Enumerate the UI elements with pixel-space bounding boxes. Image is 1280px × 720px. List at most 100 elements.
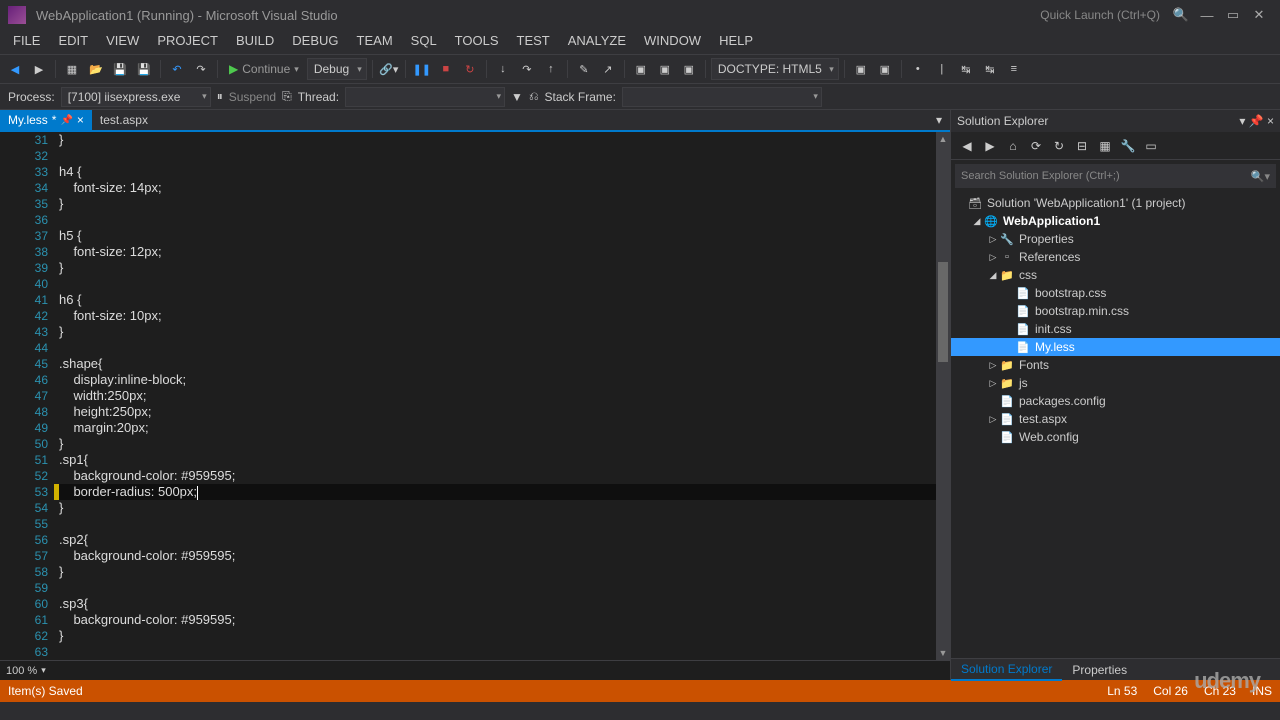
step-out-icon[interactable]: ↑ (540, 58, 562, 80)
tab-properties[interactable]: Properties (1062, 660, 1137, 680)
properties-icon[interactable]: 🔧 (1118, 136, 1138, 156)
tab-active[interactable]: My.less* 📌 × (0, 110, 92, 130)
scrollbar-thumb[interactable] (938, 262, 948, 362)
menu-debug[interactable]: DEBUG (283, 30, 347, 54)
tool-icon[interactable]: ▼ (511, 90, 523, 104)
dropdown-icon[interactable]: ▾ (1239, 114, 1245, 128)
tab-overflow-icon[interactable]: ▾ (928, 110, 950, 130)
show-all-icon[interactable]: ▦ (1095, 136, 1115, 156)
config-dropdown[interactable]: Debug (307, 58, 367, 80)
search-icon[interactable]: 🔍▾ (1251, 170, 1270, 183)
menu-sql[interactable]: SQL (402, 30, 446, 54)
tool-icon[interactable]: ▣ (850, 58, 872, 80)
tool-icon[interactable]: ▣ (678, 58, 700, 80)
tree-node[interactable]: 📄packages.config (951, 392, 1280, 410)
code-editor[interactable]: 3132333435363738394041424344454647484950… (0, 132, 950, 660)
pause-button[interactable]: ❚❚ (411, 58, 433, 80)
tool-icon[interactable]: ≡ (1003, 58, 1025, 80)
pin-icon[interactable]: 📌 (1249, 114, 1264, 128)
tool-icon[interactable]: ↹ (979, 58, 1001, 80)
stackframe-dropdown[interactable] (622, 87, 822, 107)
menu-file[interactable]: FILE (4, 30, 49, 54)
continue-button[interactable]: ▶Continue▾ (223, 62, 305, 76)
scroll-up-icon[interactable]: ▲ (936, 132, 950, 146)
tool-icon[interactable]: ⎌ (529, 89, 539, 104)
stop-button[interactable]: ■ (435, 58, 457, 80)
tool-icon[interactable]: ▣ (630, 58, 652, 80)
tree-node[interactable]: 📄bootstrap.css (951, 284, 1280, 302)
solution-tree[interactable]: 🗃Solution 'WebApplication1' (1 project)◢… (951, 192, 1280, 658)
menu-team[interactable]: TEAM (348, 30, 402, 54)
menu-tools[interactable]: TOOLS (446, 30, 508, 54)
quick-launch[interactable]: Quick Launch (Ctrl+Q) (1040, 8, 1160, 22)
sync-icon[interactable]: ⟳ (1026, 136, 1046, 156)
zoom-level[interactable]: 100 % (6, 665, 37, 677)
restart-button[interactable]: ↻ (459, 58, 481, 80)
thread-dropdown[interactable] (345, 87, 505, 107)
tree-node[interactable]: 📄Web.config (951, 428, 1280, 446)
tree-node[interactable]: 📄My.less (951, 338, 1280, 356)
tool-icon[interactable]: ▣ (654, 58, 676, 80)
fwd-button[interactable]: ▶ (28, 58, 50, 80)
tree-node[interactable]: 🗃Solution 'WebApplication1' (1 project) (951, 194, 1280, 212)
browser-link-icon[interactable]: 🔗▾ (378, 58, 400, 80)
menu-analyze[interactable]: ANALYZE (559, 30, 635, 54)
close-icon[interactable]: × (77, 113, 84, 127)
suspend-icon[interactable]: ⏸ (217, 89, 223, 104)
scroll-down-icon[interactable]: ▼ (936, 646, 950, 660)
tree-node[interactable]: ▷📁js (951, 374, 1280, 392)
tool-icon[interactable]: ▣ (874, 58, 896, 80)
save-all-button[interactable]: 💾 (133, 58, 155, 80)
maximize-button[interactable]: ▭ (1220, 3, 1246, 27)
thread-icon[interactable]: ⎘ (282, 89, 292, 104)
home-icon[interactable]: ⌂ (1003, 136, 1023, 156)
tree-node[interactable]: 📄init.css (951, 320, 1280, 338)
undo-button[interactable]: ↶ (166, 58, 188, 80)
step-into-icon[interactable]: ↓ (492, 58, 514, 80)
suspend-label[interactable]: Suspend (229, 90, 276, 104)
tab-inactive[interactable]: test.aspx (92, 110, 156, 130)
panel-header: Solution Explorer ▾ 📌 × (951, 110, 1280, 132)
new-project-button[interactable]: ▦ (61, 58, 83, 80)
search-icon[interactable]: 🔍 (1168, 3, 1194, 27)
close-button[interactable]: ✕ (1246, 3, 1272, 27)
close-icon[interactable]: × (1267, 114, 1274, 128)
tree-node[interactable]: ▷🔧Properties (951, 230, 1280, 248)
tree-node[interactable]: 📄bootstrap.min.css (951, 302, 1280, 320)
vertical-scrollbar[interactable]: ▲ ▼ (936, 132, 950, 660)
tree-node[interactable]: ▷📁Fonts (951, 356, 1280, 374)
tab-solution-explorer[interactable]: Solution Explorer (951, 659, 1062, 681)
tool-icon[interactable]: | (931, 58, 953, 80)
minimize-button[interactable]: — (1194, 3, 1220, 27)
menu-view[interactable]: VIEW (97, 30, 148, 54)
tree-node[interactable]: ◢🌐WebApplication1 (951, 212, 1280, 230)
redo-button[interactable]: ↷ (190, 58, 212, 80)
process-dropdown[interactable]: [7100] iisexpress.exe (61, 87, 211, 107)
tree-node[interactable]: ▷📄test.aspx (951, 410, 1280, 428)
refresh-icon[interactable]: ↻ (1049, 136, 1069, 156)
se-search[interactable]: Search Solution Explorer (Ctrl+;)🔍▾ (955, 164, 1276, 188)
save-button[interactable]: 💾 (109, 58, 131, 80)
menu-edit[interactable]: EDIT (49, 30, 97, 54)
step-over-icon[interactable]: ↷ (516, 58, 538, 80)
tree-node[interactable]: ▷▫References (951, 248, 1280, 266)
menu-project[interactable]: PROJECT (148, 30, 227, 54)
menu-build[interactable]: BUILD (227, 30, 283, 54)
collapse-icon[interactable]: ⊟ (1072, 136, 1092, 156)
tool-icon[interactable]: ✎ (573, 58, 595, 80)
pin-icon[interactable]: 📌 (60, 115, 72, 126)
status-col: Col 26 (1153, 684, 1188, 698)
open-button[interactable]: 📂 (85, 58, 107, 80)
menu-help[interactable]: HELP (710, 30, 762, 54)
tool-icon[interactable]: • (907, 58, 929, 80)
back-icon[interactable]: ◀ (957, 136, 977, 156)
tool-icon[interactable]: ↗ (597, 58, 619, 80)
doctype-dropdown[interactable]: DOCTYPE: HTML5 (711, 58, 839, 80)
preview-icon[interactable]: ▭ (1141, 136, 1161, 156)
tree-node[interactable]: ◢📁css (951, 266, 1280, 284)
fwd-icon[interactable]: ▶ (980, 136, 1000, 156)
menu-test[interactable]: TEST (508, 30, 559, 54)
menu-window[interactable]: WINDOW (635, 30, 710, 54)
back-button[interactable]: ◀ (4, 58, 26, 80)
tool-icon[interactable]: ↹ (955, 58, 977, 80)
